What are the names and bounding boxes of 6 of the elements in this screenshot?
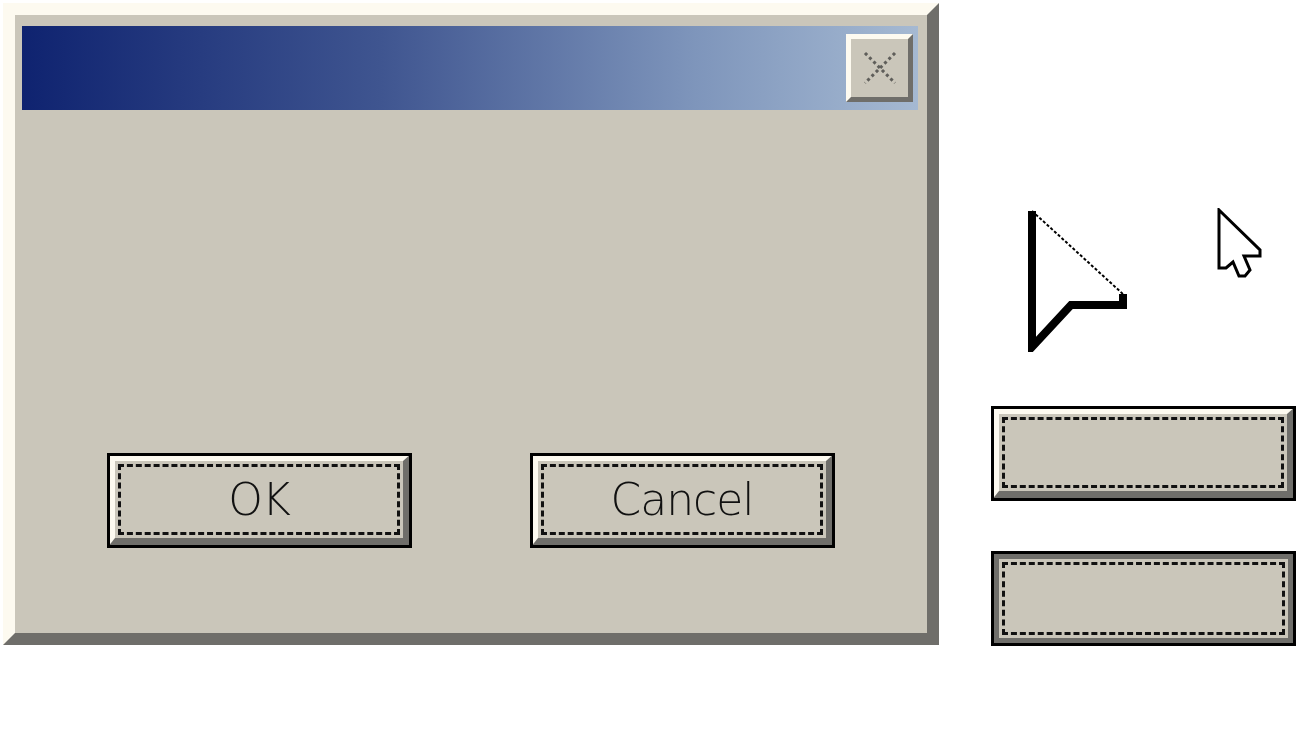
close-button[interactable] [846, 34, 913, 102]
close-icon [862, 51, 897, 85]
dialog-button[interactable]: Cancel [530, 453, 835, 548]
dialog-button[interactable]: OK [107, 453, 412, 548]
blank-button[interactable] [991, 551, 1296, 646]
pointer-icon [1216, 208, 1262, 278]
